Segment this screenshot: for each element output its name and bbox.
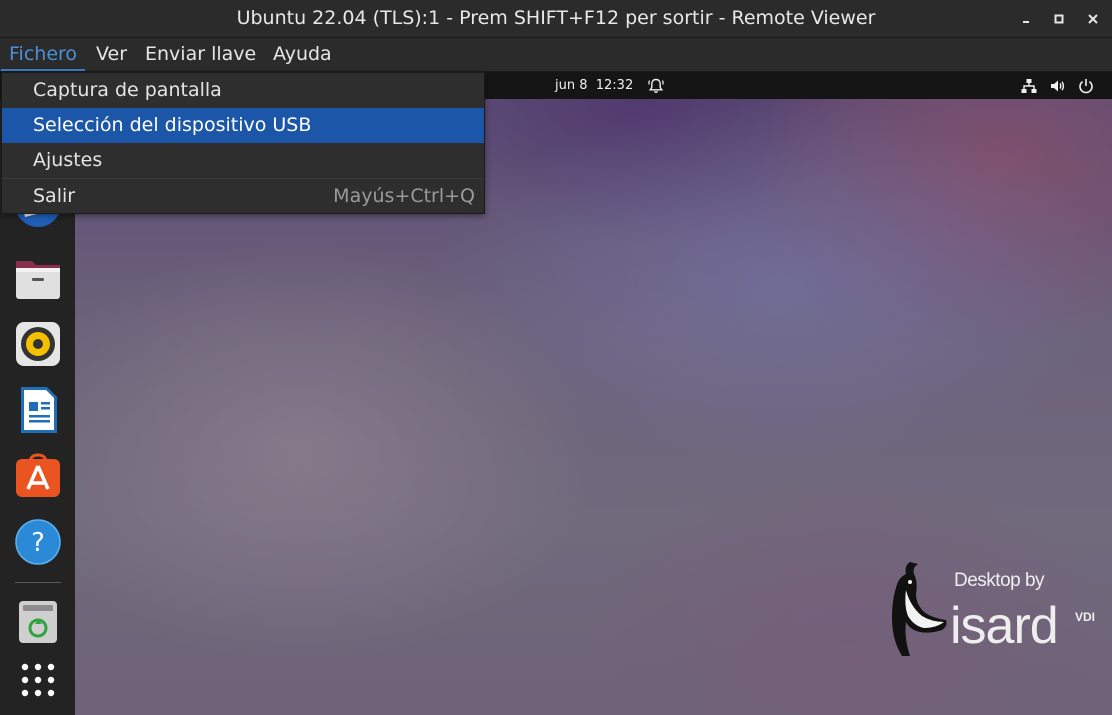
- menu-ayuda[interactable]: Ayuda: [265, 38, 340, 71]
- close-icon[interactable]: [1083, 9, 1103, 29]
- svg-text:?: ?: [31, 528, 45, 558]
- rhythmbox-icon[interactable]: [13, 319, 63, 369]
- isard-logo-icon: [892, 562, 947, 656]
- menu-item-label: Captura de pantalla: [33, 79, 222, 101]
- brand-name: isard: [950, 597, 1059, 655]
- show-apps-icon[interactable]: [13, 655, 63, 705]
- volume-icon[interactable]: [1049, 77, 1067, 95]
- brand-desktop-by: Desktop by: [954, 570, 1045, 591]
- menu-item-label: Selección del dispositivo USB: [33, 114, 312, 136]
- files-icon[interactable]: [13, 253, 63, 303]
- fichero-dropdown-menu: Captura de pantalla Selección del dispos…: [1, 72, 485, 214]
- title-bar[interactable]: Ubuntu 22.04 (TLS):1 - Prem SHIFT+F12 pe…: [0, 0, 1112, 38]
- bell-icon[interactable]: [647, 77, 665, 95]
- power-icon[interactable]: [1077, 77, 1095, 95]
- menu-item-usb-selection[interactable]: Selección del dispositivo USB: [2, 108, 484, 143]
- app-center-icon[interactable]: [13, 451, 63, 501]
- menu-item-captura[interactable]: Captura de pantalla: [2, 73, 484, 108]
- isard-branding: Desktop by isard VDI: [888, 560, 1108, 670]
- dock-separator: [15, 582, 61, 583]
- clock[interactable]: jun 8 12:32: [555, 72, 633, 99]
- help-icon[interactable]: ?: [13, 517, 63, 567]
- menu-bar: Fichero Ver Enviar llave Ayuda: [0, 38, 1112, 72]
- menu-ver[interactable]: Ver: [88, 38, 135, 71]
- maximize-icon[interactable]: [1049, 9, 1069, 29]
- menu-item-label: Salir: [33, 185, 76, 207]
- shortcut-label: Mayús+Ctrl+Q: [333, 185, 475, 207]
- menu-item-ajustes[interactable]: Ajustes: [2, 143, 484, 178]
- network-icon[interactable]: [1020, 77, 1038, 95]
- menu-enviar-llave[interactable]: Enviar llave: [137, 38, 264, 71]
- menu-item-label: Ajustes: [33, 149, 103, 171]
- trash-icon[interactable]: [13, 597, 63, 647]
- menu-item-salir[interactable]: Salir Mayús+Ctrl+Q: [2, 179, 484, 214]
- window-title: Ubuntu 22.04 (TLS):1 - Prem SHIFT+F12 pe…: [236, 7, 876, 29]
- brand-vdi: VDI: [1075, 610, 1096, 624]
- libreoffice-writer-icon[interactable]: [13, 385, 63, 435]
- menu-fichero[interactable]: Fichero: [1, 38, 86, 71]
- remote-viewer-window: Ubuntu 22.04 (TLS):1 - Prem SHIFT+F12 pe…: [0, 0, 1112, 715]
- minimize-icon[interactable]: [1016, 9, 1036, 29]
